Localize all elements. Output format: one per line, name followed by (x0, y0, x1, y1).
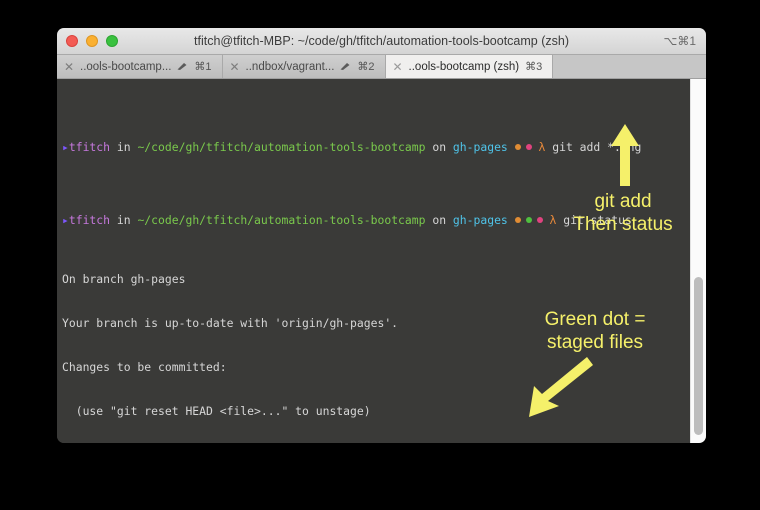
prompt-branch: gh-pages (452, 213, 508, 228)
status-dot-orange (514, 143, 521, 150)
annotation-line-1: git add (594, 191, 652, 212)
prompt-path: ~/code/gh/tfitch/automation-tools-bootca… (137, 139, 426, 154)
tab-shortcut: ⌘3 (525, 61, 543, 73)
up-arrow-icon (611, 124, 639, 186)
annotation-line-1: Green dot = (544, 309, 646, 330)
tab-shortcut: ⌘2 (357, 61, 375, 73)
prompt-arrow: ▸ (62, 213, 69, 228)
annotation-git-add: git add Then status (548, 190, 698, 236)
tab-1[interactable]: ✕ ..ools-bootcamp... ⌘1 (57, 55, 223, 78)
prompt-in: in (116, 213, 131, 228)
prompt-arrow: ▸ (62, 139, 69, 154)
tab-label: ..ndbox/vagrant... (245, 60, 335, 73)
tab-bar-filler (553, 55, 706, 78)
prompt-branch: gh-pages (452, 139, 508, 154)
prompt-path: ~/code/gh/tfitch/automation-tools-bootca… (137, 213, 426, 228)
window-title: tfitch@tfitch-MBP: ~/code/gh/tfitch/auto… (194, 34, 569, 48)
output-line: On branch gh-pages (62, 272, 186, 287)
pen-icon (177, 62, 188, 71)
annotation-line-2: staged files (546, 332, 644, 353)
tab-2[interactable]: ✕ ..ndbox/vagrant... ⌘2 (222, 55, 386, 78)
minimize-button[interactable] (86, 35, 98, 47)
window-titlebar[interactable]: tfitch@tfitch-MBP: ~/code/gh/tfitch/auto… (57, 28, 706, 55)
status-dot-green (525, 217, 532, 224)
pen-icon (340, 62, 351, 71)
prompt-on: on (432, 139, 447, 154)
prompt-lambda: λ (538, 139, 546, 154)
down-left-arrow-icon (529, 357, 593, 417)
prompt-on: on (432, 213, 447, 228)
scrollbar-thumb[interactable] (694, 277, 703, 435)
tab-bar: ✕ ..ools-bootcamp... ⌘1 ✕ ..ndbox/vagran… (57, 55, 706, 79)
zoom-button[interactable] (106, 35, 118, 47)
close-button[interactable] (66, 35, 78, 47)
prompt-user: tfitch (68, 139, 111, 154)
annotation-line-2: Then status (573, 214, 673, 235)
status-dot-pink (525, 143, 532, 150)
tab-close-icon[interactable]: ✕ (230, 61, 240, 73)
tab-close-icon[interactable]: ✕ (393, 61, 403, 73)
terminal-scrollbar[interactable] (690, 79, 706, 443)
tab-label: ..ools-bootcamp... (80, 60, 172, 73)
tab-label: ..ools-bootcamp (zsh) (408, 60, 520, 73)
status-dot-orange (514, 217, 521, 224)
tab-shortcut: ⌘1 (194, 61, 212, 73)
prompt-user: tfitch (68, 213, 111, 228)
traffic-light-group (66, 35, 118, 47)
window-shortcut-label: ⌥⌘1 (663, 34, 696, 48)
tab-close-icon[interactable]: ✕ (64, 61, 74, 73)
screenshot-root: tfitch@tfitch-MBP: ~/code/gh/tfitch/auto… (0, 0, 760, 510)
tab-3[interactable]: ✕ ..ools-bootcamp (zsh) ⌘3 (385, 55, 554, 78)
annotation-green-dot: Green dot = staged files (500, 308, 690, 354)
status-dot-pink (536, 217, 543, 224)
prompt-line-1: ▸tfitch in ~/code/gh/tfitch/automation-t… (62, 140, 684, 155)
prompt-in: in (116, 139, 131, 154)
